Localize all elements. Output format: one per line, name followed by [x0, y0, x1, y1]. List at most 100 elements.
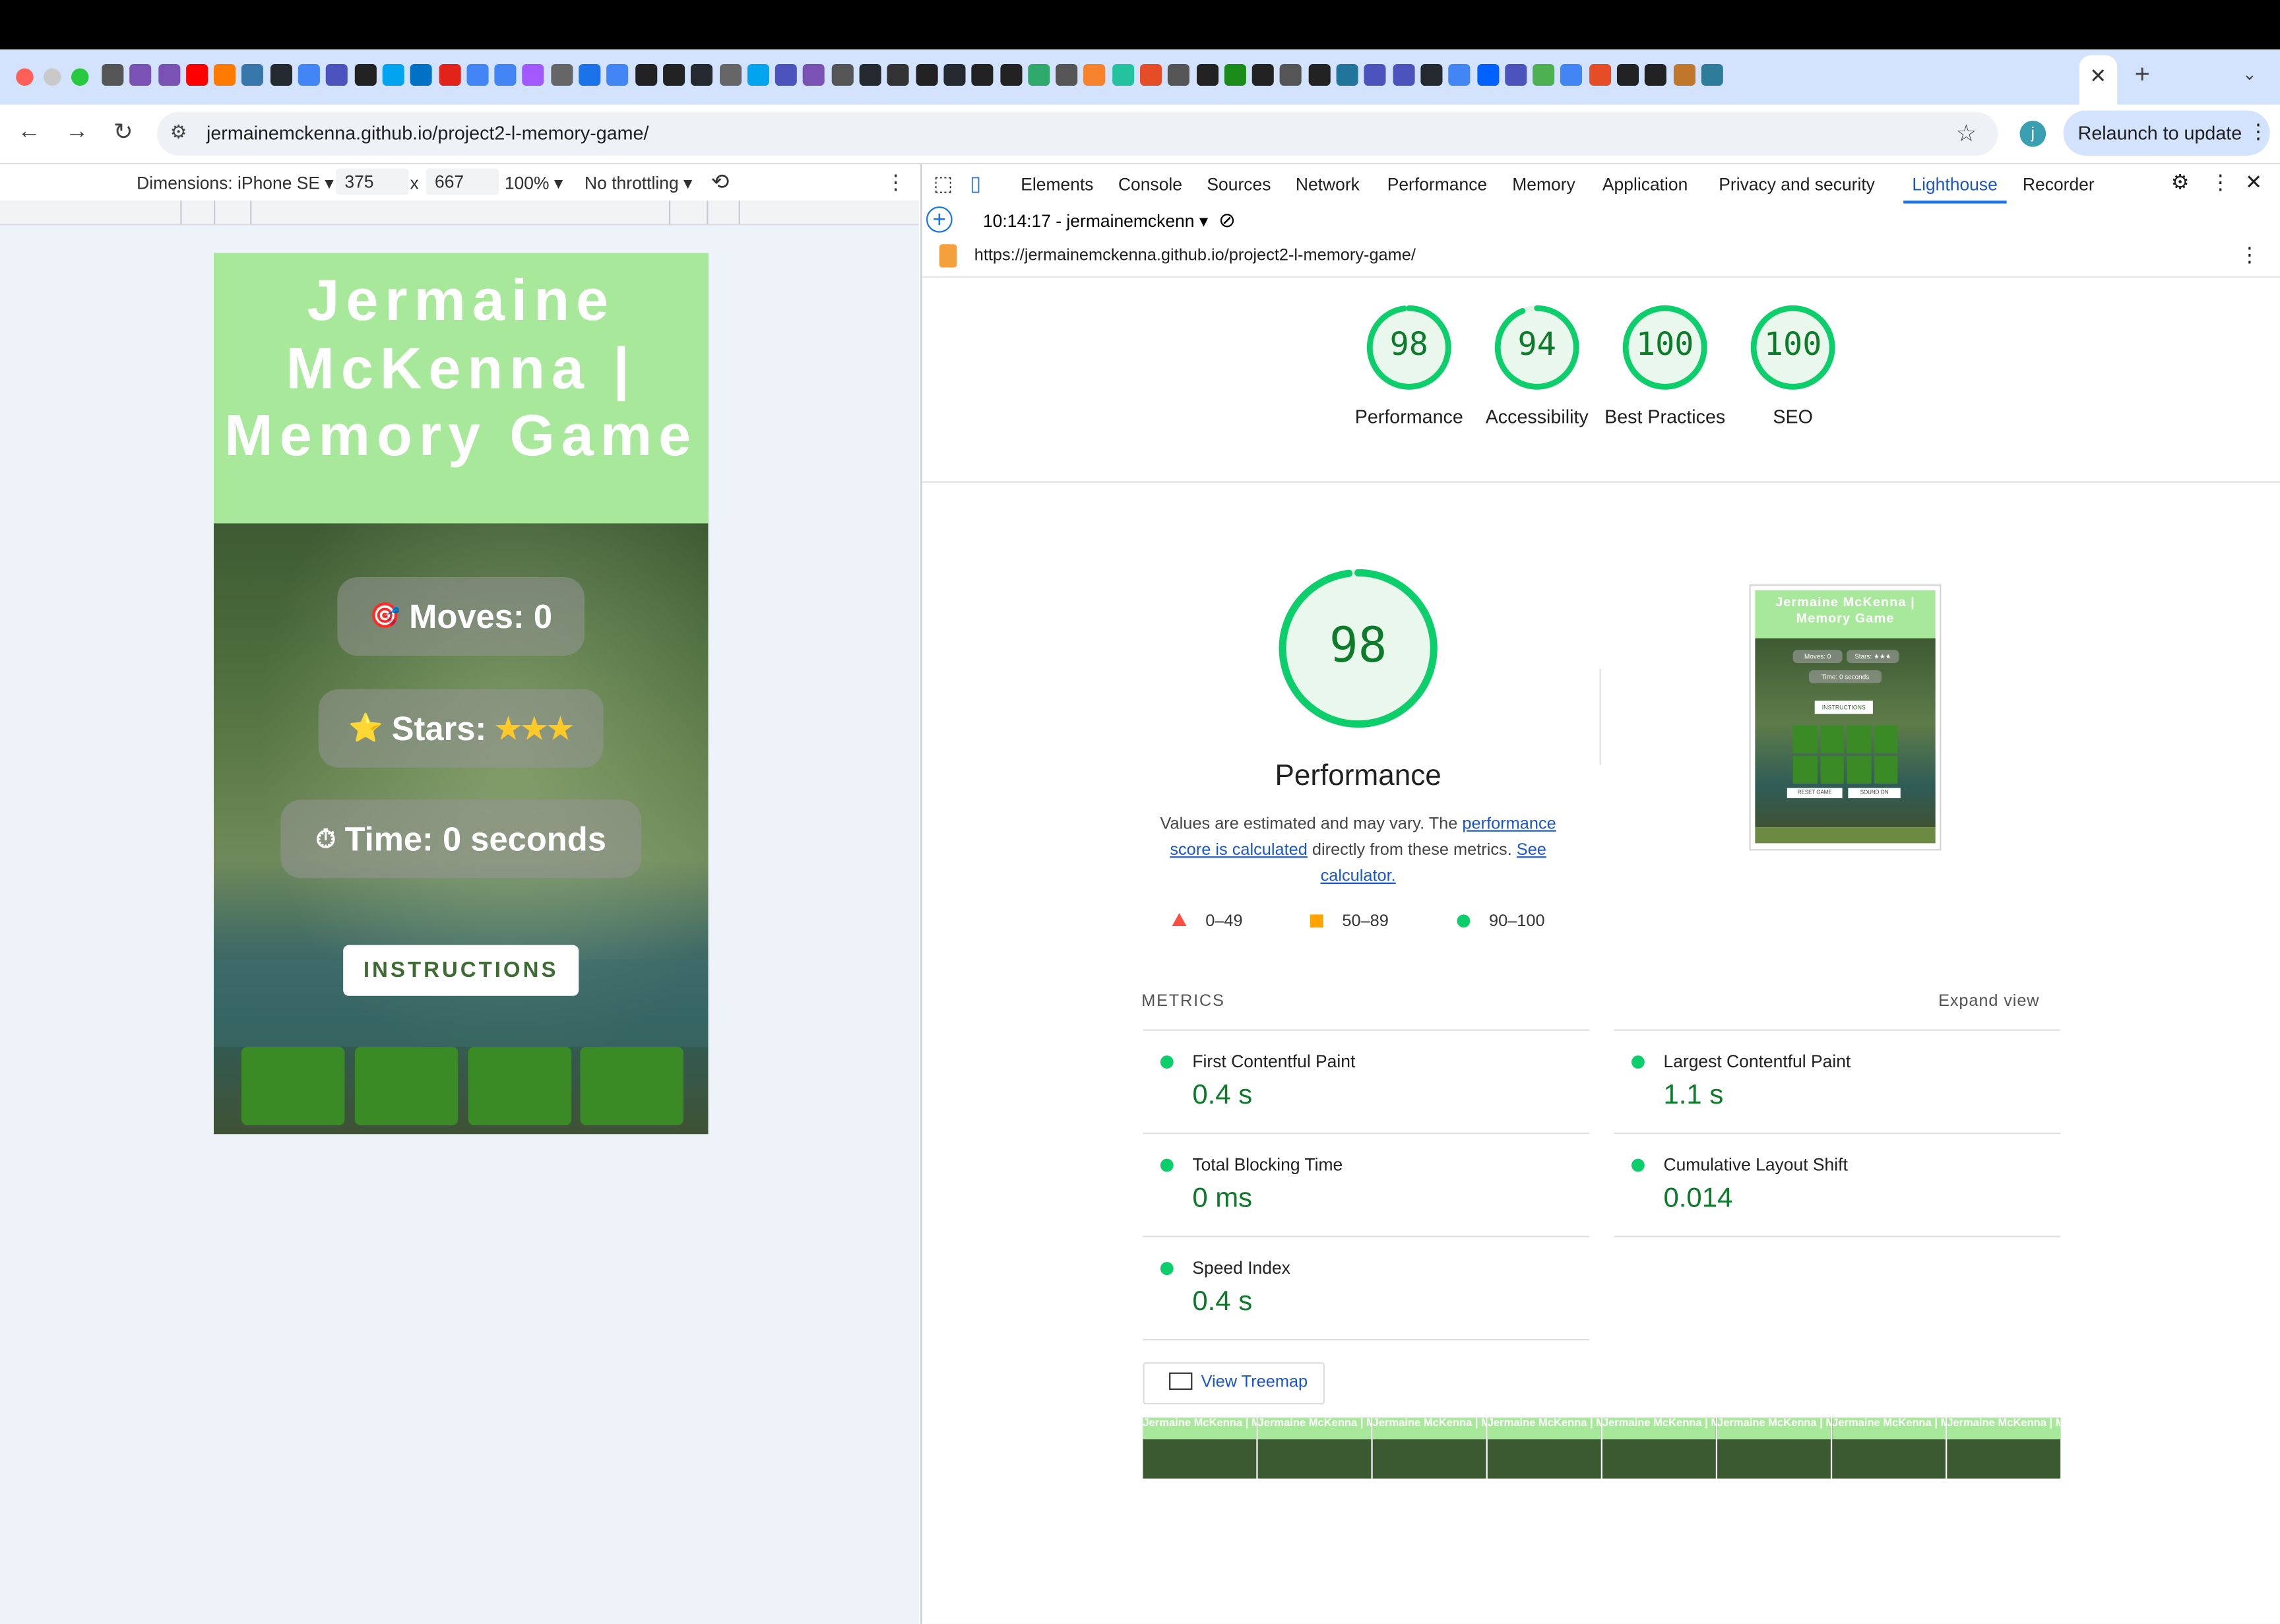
devtools-tab-elements[interactable]: Elements — [1021, 174, 1093, 195]
devtools-settings-icon[interactable]: ⚙ — [2171, 170, 2190, 195]
pinned-tab-favicon-icon[interactable] — [1168, 63, 1190, 86]
pinned-tab-favicon-icon[interactable] — [1448, 63, 1471, 86]
bookmark-star-icon[interactable]: ☆ — [1956, 119, 1977, 148]
devtools-tab-recorder[interactable]: Recorder — [2023, 174, 2095, 195]
pinned-tab-favicon-icon[interactable] — [1308, 63, 1331, 86]
devtools-tab-console[interactable]: Console — [1118, 174, 1182, 195]
pinned-tab-favicon-icon[interactable] — [662, 63, 685, 86]
close-window-button[interactable] — [16, 68, 34, 86]
devtools-tab-network[interactable]: Network — [1296, 174, 1360, 195]
tab-search-icon[interactable]: ⌄ — [2242, 64, 2257, 84]
relaunch-to-update-button[interactable]: Relaunch to update ⋮ — [2063, 110, 2270, 156]
pinned-tab-favicon-icon[interactable] — [1224, 63, 1246, 86]
pinned-tab-favicon-icon[interactable] — [1027, 63, 1050, 86]
new-report-icon[interactable]: + — [926, 206, 953, 233]
pinned-tab-favicon-icon[interactable] — [691, 63, 713, 86]
pinned-tab-favicon-icon[interactable] — [579, 63, 601, 86]
pinned-tab-favicon-icon[interactable] — [494, 63, 517, 86]
expand-view-toggle[interactable]: Expand view — [1938, 993, 2039, 1010]
browser-menu-icon[interactable]: ⋮ — [2248, 119, 2269, 144]
site-info-icon[interactable]: ⚙ — [170, 121, 187, 144]
memory-card[interactable] — [241, 1046, 345, 1125]
pinned-tab-favicon-icon[interactable] — [214, 63, 236, 86]
rotate-icon[interactable]: ⟲ — [711, 169, 730, 195]
pinned-tab-favicon-icon[interactable] — [1420, 63, 1443, 86]
pinned-tab-favicon-icon[interactable] — [1589, 63, 1611, 86]
pinned-tab-favicon-icon[interactable] — [1392, 63, 1414, 86]
score-gauge-performance[interactable]: 98 — [1366, 304, 1453, 398]
devtools-more-icon[interactable]: ⋮ — [2210, 170, 2231, 195]
pinned-tab-favicon-icon[interactable] — [1252, 63, 1275, 86]
pinned-tab-favicon-icon[interactable] — [102, 63, 124, 86]
pinned-tab-favicon-icon[interactable] — [1560, 63, 1583, 86]
inspect-element-icon[interactable]: ⬚ — [934, 172, 953, 196]
pinned-tab-favicon-icon[interactable] — [1280, 63, 1302, 86]
devtools-tab-memory[interactable]: Memory — [1512, 174, 1575, 195]
profile-avatar[interactable]: j — [2019, 120, 2046, 147]
pinned-tab-favicon-icon[interactable] — [270, 63, 292, 86]
close-tab-icon[interactable]: ✕ — [2089, 64, 2106, 88]
pinned-tab-favicon-icon[interactable] — [803, 63, 825, 86]
maximize-window-button[interactable] — [71, 68, 89, 86]
pinned-tab-favicon-icon[interactable] — [1617, 63, 1639, 86]
pinned-tab-favicon-icon[interactable] — [129, 63, 152, 86]
throttling-selector[interactable]: No throttling ▾ — [585, 173, 692, 193]
pinned-tab-favicon-icon[interactable] — [298, 63, 321, 86]
memory-card[interactable] — [354, 1046, 459, 1125]
score-gauge-seo[interactable]: 100 — [1750, 304, 1837, 398]
pinned-tab-favicon-icon[interactable] — [859, 63, 881, 86]
pinned-tab-favicon-icon[interactable] — [522, 63, 545, 86]
pinned-tab-favicon-icon[interactable] — [747, 63, 769, 86]
devtools-tab-performance[interactable]: Performance — [1387, 174, 1487, 195]
pinned-tab-favicon-icon[interactable] — [1504, 63, 1527, 86]
pinned-tab-favicon-icon[interactable] — [1083, 63, 1106, 86]
devtools-divider[interactable] — [920, 164, 922, 1624]
pinned-tab-favicon-icon[interactable] — [382, 63, 404, 86]
pinned-tab-favicon-icon[interactable] — [410, 63, 433, 86]
devtools-tab-lighthouse[interactable]: Lighthouse — [1903, 174, 2007, 204]
pinned-tab-favicon-icon[interactable] — [943, 63, 966, 86]
view-treemap-button[interactable]: View Treemap — [1143, 1362, 1325, 1405]
pinned-tab-favicon-icon[interactable] — [1336, 63, 1358, 86]
devtools-tab-sources[interactable]: Sources — [1207, 174, 1271, 195]
pinned-tab-favicon-icon[interactable] — [1673, 63, 1695, 86]
clear-reports-icon[interactable]: ⊘ — [1219, 208, 1236, 232]
pinned-tab-favicon-icon[interactable] — [718, 63, 742, 86]
pinned-tab-favicon-icon[interactable] — [971, 63, 994, 86]
pinned-tab-favicon-icon[interactable] — [635, 63, 657, 86]
device-more-icon[interactable]: ⋮ — [885, 170, 906, 195]
url-text[interactable]: jermainemckenna.github.io/project2-l-mem… — [206, 122, 649, 144]
zoom-selector[interactable]: 100% ▾ — [505, 173, 563, 193]
instructions-button[interactable]: INSTRUCTIONS — [343, 945, 579, 996]
devtools-tab-privacy-and-security[interactable]: Privacy and security — [1719, 174, 1875, 195]
report-selector[interactable]: 10:14:17 - jermainemckenn ▾ — [983, 211, 1208, 232]
score-gauge-accessibility[interactable]: 94 — [1494, 304, 1581, 398]
pinned-tab-favicon-icon[interactable] — [1112, 63, 1134, 86]
pinned-tab-favicon-icon[interactable] — [1056, 63, 1078, 86]
pinned-tab-favicon-icon[interactable] — [550, 63, 573, 86]
device-toggle-icon[interactable]: ▯ — [970, 172, 981, 196]
pinned-tab-favicon-icon[interactable] — [999, 63, 1022, 86]
minimize-window-button[interactable] — [44, 68, 61, 86]
pinned-tab-favicon-icon[interactable] — [354, 63, 377, 86]
forward-icon[interactable]: → — [65, 119, 88, 146]
pinned-tab-favicon-icon[interactable] — [887, 63, 910, 86]
pinned-tab-favicon-icon[interactable] — [438, 63, 460, 86]
pinned-tab-favicon-icon[interactable] — [1476, 63, 1499, 86]
report-url[interactable]: https://jermainemckenna.github.io/projec… — [974, 247, 1416, 265]
pinned-tab-favicon-icon[interactable] — [1645, 63, 1667, 86]
pinned-tab-favicon-icon[interactable] — [775, 63, 798, 86]
pinned-tab-favicon-icon[interactable] — [915, 63, 937, 86]
devtools-tab-application[interactable]: Application — [1602, 174, 1688, 195]
reload-icon[interactable]: ↻ — [113, 118, 133, 147]
memory-card[interactable] — [468, 1046, 572, 1125]
pinned-tab-favicon-icon[interactable] — [241, 63, 265, 86]
memory-card[interactable] — [580, 1046, 683, 1125]
media-query-ruler[interactable] — [0, 201, 919, 226]
pinned-tab-favicon-icon[interactable] — [1364, 63, 1387, 86]
pinned-tab-favicon-icon[interactable] — [606, 63, 629, 86]
score-gauge-best-practices[interactable]: 100 — [1622, 304, 1709, 398]
devtools-close-icon[interactable]: ✕ — [2245, 170, 2262, 195]
pinned-tab-favicon-icon[interactable] — [158, 63, 180, 86]
pinned-tab-favicon-icon[interactable] — [1701, 63, 1723, 86]
